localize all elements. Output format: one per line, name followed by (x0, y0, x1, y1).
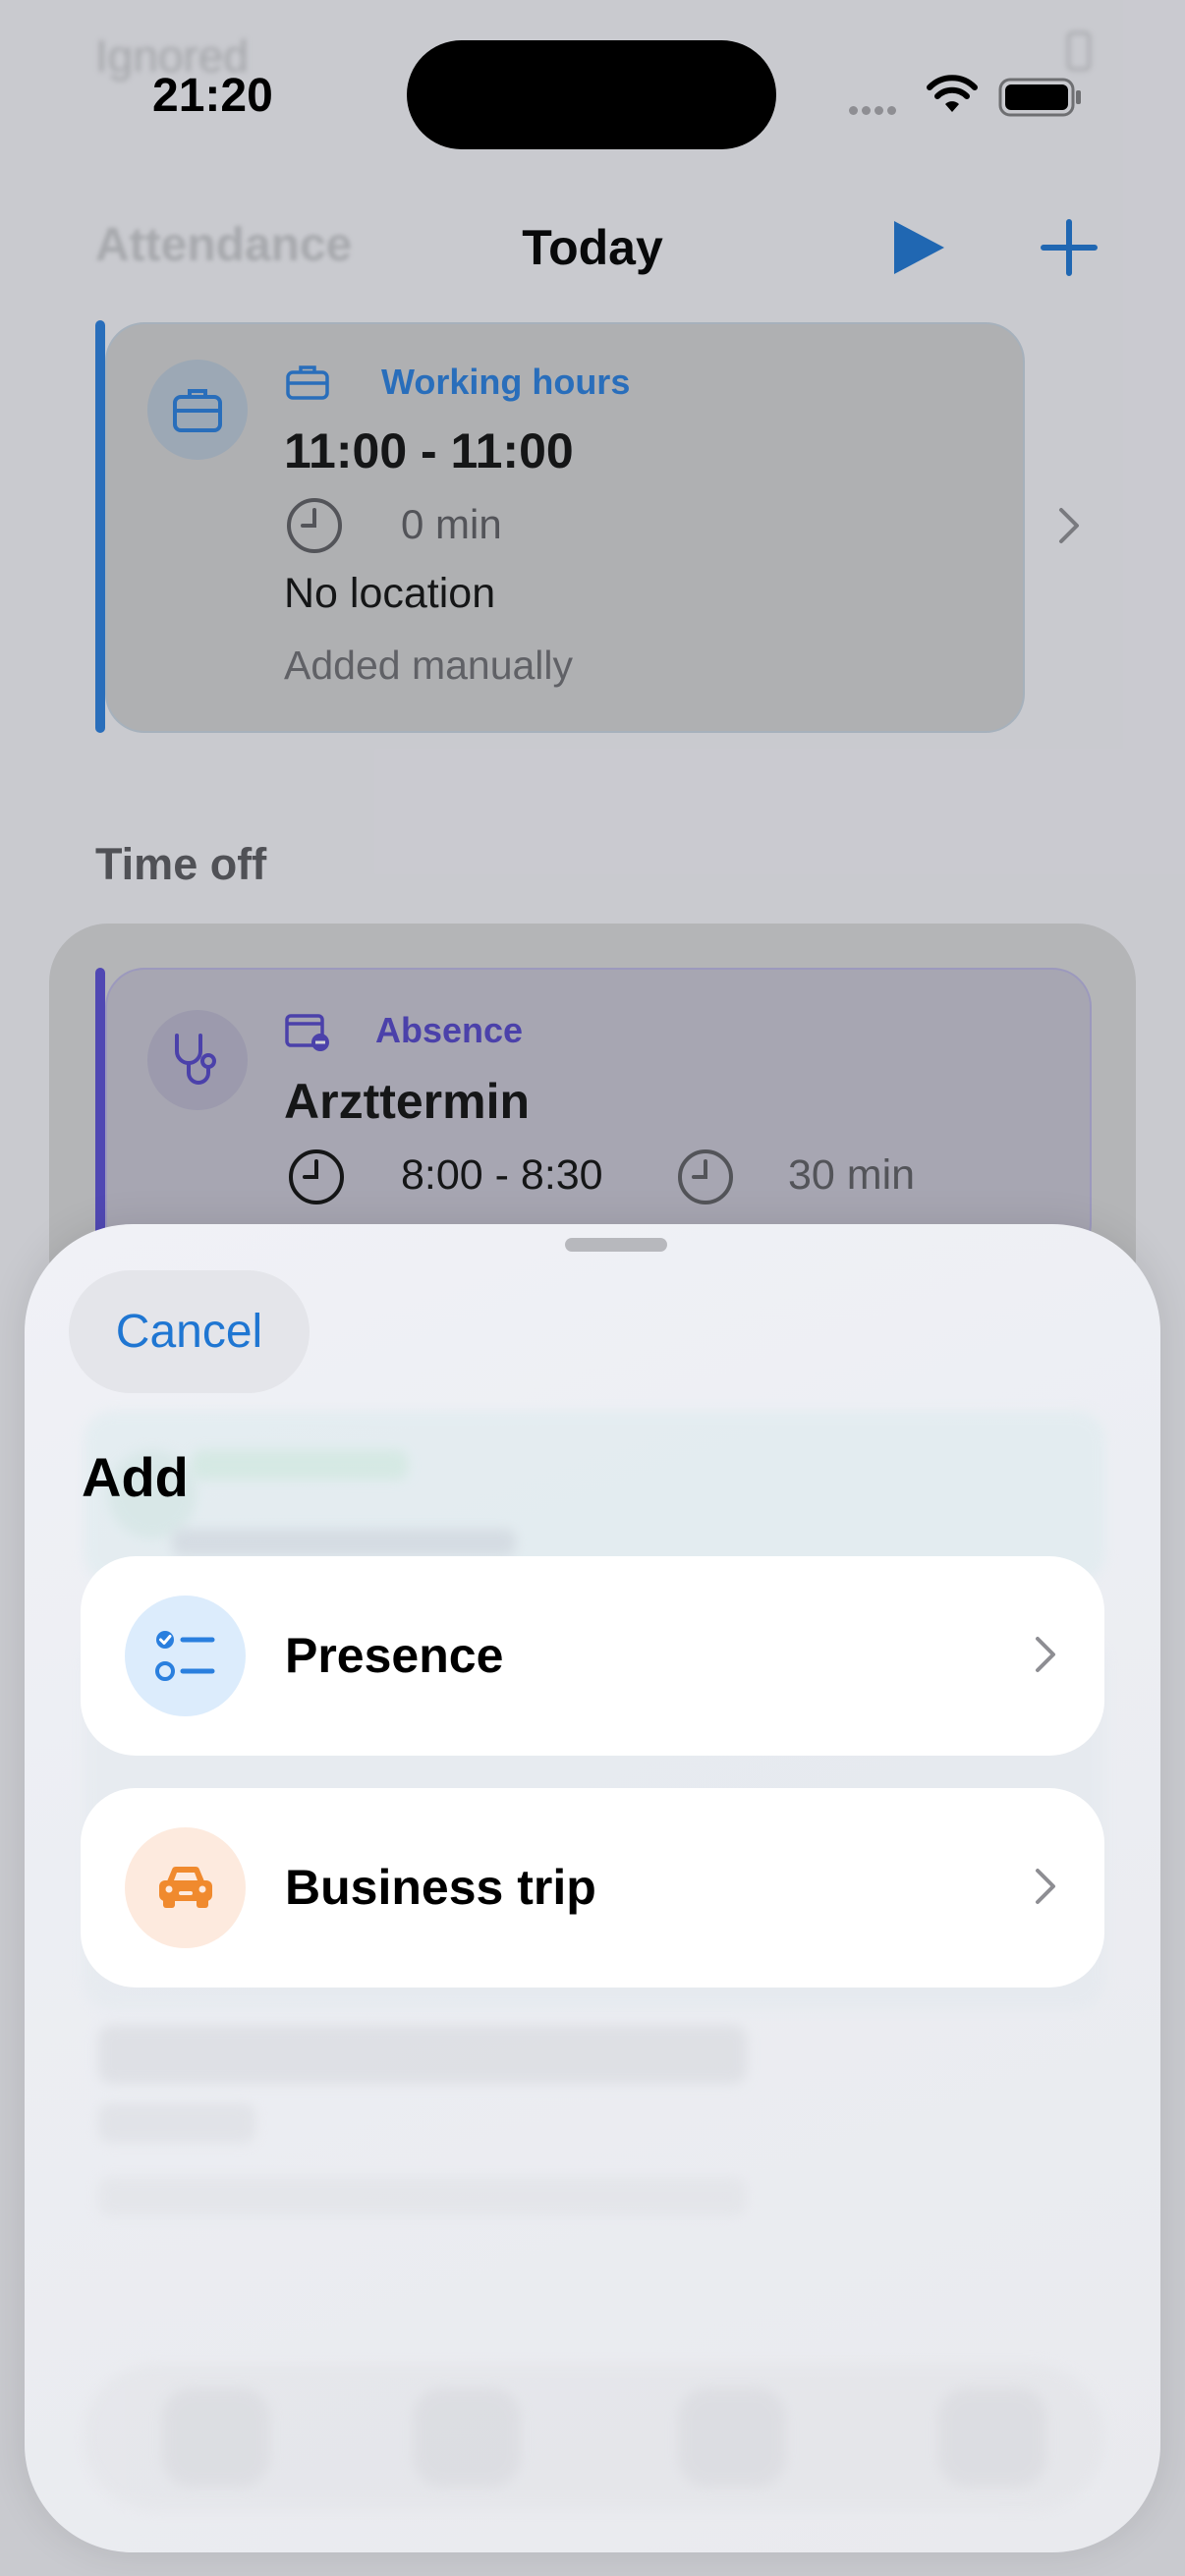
option-label: Presence (285, 1628, 504, 1683)
option-label: Business trip (285, 1860, 596, 1915)
cellular-signal-icon (849, 102, 900, 120)
battery-icon (998, 78, 1081, 117)
blurred-tab (413, 2388, 521, 2487)
add-presence-option[interactable]: Presence (81, 1556, 1104, 1756)
sheet-grabber[interactable] (565, 1238, 667, 1252)
blurred-tab (162, 2388, 270, 2487)
chevron-right-icon (1036, 1637, 1055, 1672)
blurred-tab (678, 2388, 786, 2487)
status-time: 21:20 (152, 70, 273, 122)
blurred-content (172, 1529, 516, 1556)
blurred-content (98, 2025, 747, 2084)
car-icon (125, 1827, 246, 1948)
status-bar: 21:20 (0, 0, 1185, 196)
blurred-content (98, 2103, 255, 2143)
add-sheet: Cancel Add Presence Business trip (25, 1224, 1160, 2552)
chevron-right-icon (1036, 1869, 1055, 1904)
sheet-title: Add (82, 1446, 189, 1508)
dynamic-island (407, 40, 776, 149)
add-business-trip-option[interactable]: Business trip (81, 1788, 1104, 1988)
cancel-button[interactable]: Cancel (69, 1270, 310, 1393)
blurred-tab (938, 2388, 1046, 2487)
checklist-icon (125, 1596, 246, 1716)
wifi-icon (927, 75, 978, 112)
blurred-content (98, 2177, 747, 2216)
blurred-content (192, 1450, 408, 1480)
